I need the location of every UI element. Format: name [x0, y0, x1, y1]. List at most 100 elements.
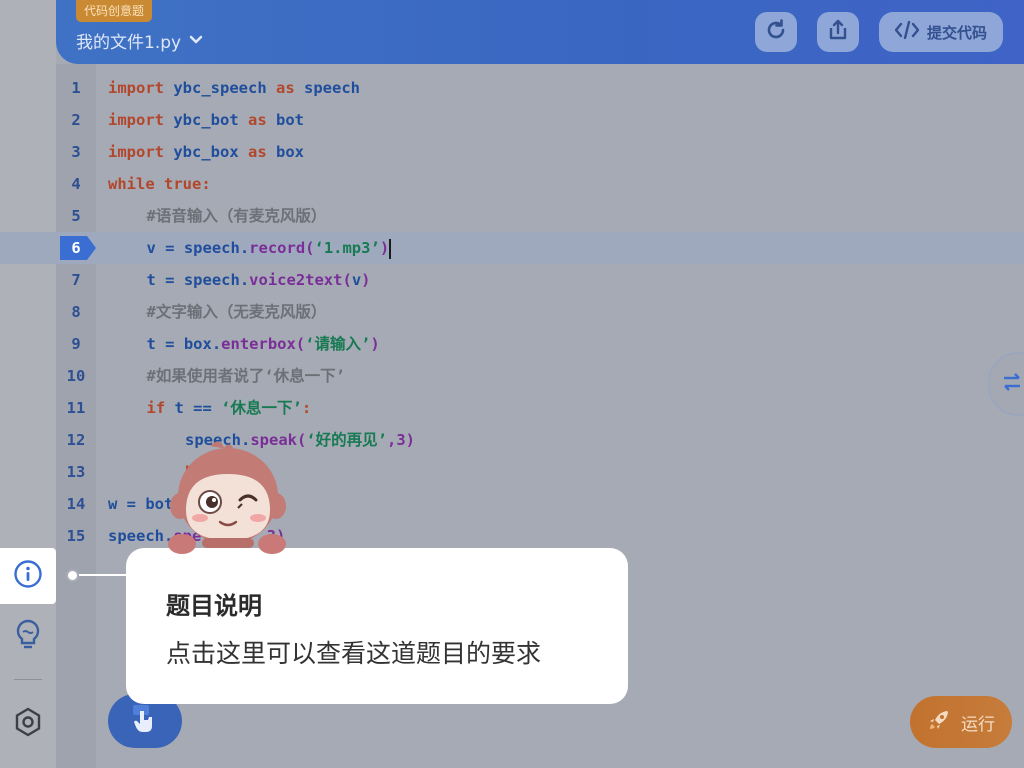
code-line[interactable]: 2 import ybc_bot as bot [0, 104, 1024, 136]
line-number: 4 [71, 175, 81, 193]
code-token: ) [361, 271, 371, 289]
code-token: t = speech. [146, 271, 250, 289]
rail-item-info[interactable] [0, 548, 56, 604]
share-button[interactable] [817, 12, 859, 52]
line-number: 14 [66, 495, 86, 513]
code-token: v = speech. [146, 239, 250, 257]
code-text: import ybc_bot as bot [108, 104, 304, 136]
code-line[interactable]: 3 import ybc_box as box [0, 136, 1024, 168]
chevron-down-icon [189, 30, 203, 50]
code-text: import ybc_speech as speech [108, 72, 360, 104]
code-token: #文字输入（无麦克风版） [146, 303, 327, 321]
code-text: t = box.enterbox(‘请输入’) [147, 328, 380, 360]
tooltip-body: 点击这里可以查看这道题目的要求 [166, 639, 542, 668]
code-area[interactable]: 1 import ybc_speech as speech 2 import ybc_… [0, 72, 1024, 552]
code-token: as [248, 111, 267, 129]
text-cursor [389, 238, 392, 259]
code-token: enterbox( [221, 335, 306, 353]
code-token: v [351, 271, 362, 289]
code-line[interactable]: 4 while true: [0, 168, 1024, 200]
code-line[interactable]: 1 import ybc_speech as speech [0, 72, 1024, 104]
line-number: 10 [66, 367, 86, 385]
code-text: #文字输入（无麦克风版） [147, 296, 327, 328]
rail-item-hint[interactable] [0, 612, 56, 660]
code-token: while true: [108, 175, 211, 193]
code-text: while true: [108, 168, 211, 200]
line-number: 13 [66, 463, 86, 481]
run-label: 运行 [961, 714, 995, 735]
line-number: 3 [71, 143, 81, 161]
code-line[interactable]: 8 #文字输入（无麦克风版） [0, 296, 1024, 328]
code-text: import ybc_box as box [108, 136, 304, 168]
tooltip-pointer-dot [66, 569, 79, 582]
rail-item-settings[interactable] [0, 700, 56, 748]
code-text: #语音输入（有麦克风版） [147, 200, 327, 232]
code-line[interactable]: 6 v = speech.record(‘1.mp3’) [0, 232, 1024, 264]
code-token: import [108, 143, 164, 161]
code-token: bot [266, 111, 304, 129]
info-icon [13, 559, 43, 593]
code-text: if t == ‘休息一下’: [147, 392, 312, 424]
hand-tap-icon [130, 703, 160, 739]
code-token: ) [370, 335, 380, 353]
code-token: ybc_box [164, 143, 248, 161]
code-token: ybc_bot [164, 111, 248, 129]
code-token: box [266, 143, 304, 161]
code-token: ‘好的再见’ [306, 431, 387, 449]
line-number: 11 [66, 399, 86, 417]
code-line[interactable]: 14 w = bot [0, 488, 1024, 520]
share-icon [826, 18, 850, 46]
code-token: t == [165, 399, 222, 417]
line-number: 6 [71, 239, 81, 257]
run-button[interactable]: 运行 [910, 696, 1012, 748]
code-token: if [146, 399, 166, 417]
tooltip-title: 题目说明 [166, 592, 262, 620]
code-token: speech [294, 79, 360, 97]
code-token: : [301, 399, 312, 417]
line-number: 15 [66, 527, 86, 545]
code-token: import [108, 111, 164, 129]
code-token: ,3) [387, 431, 415, 449]
lightbulb-icon [13, 618, 43, 654]
swap-icon [1002, 373, 1022, 395]
line-number: 2 [71, 111, 81, 129]
code-line[interactable]: 12 speech.speak(‘好的再见’,3) [0, 424, 1024, 456]
line-number: 1 [71, 79, 81, 97]
code-line[interactable]: 11 if t == ‘休息一下’: [0, 392, 1024, 424]
code-token: ‘1.mp3’ [314, 239, 380, 257]
code-token: ybc_speech [164, 79, 276, 97]
question-type-badge: 代码创意题 [76, 0, 153, 22]
code-token: #如果使用者说了‘休息一下’ [146, 367, 346, 385]
code-line[interactable]: 13b [0, 456, 1024, 488]
line-number: 9 [71, 335, 81, 353]
code-token: as [275, 79, 295, 97]
tooltip-pointer-line [79, 574, 129, 576]
line-number: 12 [66, 431, 86, 449]
line-number: 5 [71, 207, 81, 225]
code-text: t = speech.voice2text(v) [147, 264, 371, 296]
reset-button[interactable] [755, 12, 797, 52]
onboarding-tooltip: 题目说明 点击这里可以查看这道题目的要求 [126, 548, 628, 704]
code-line[interactable]: 9 t = box.enterbox(‘请输入’) [0, 328, 1024, 360]
code-token: as [248, 143, 267, 161]
code-token: ‘请输入’ [305, 335, 371, 353]
line-number: 7 [71, 271, 81, 289]
line-number: 8 [71, 303, 81, 321]
code-text: #如果使用者说了‘休息一下’ [147, 360, 346, 392]
rocket-icon [927, 708, 951, 737]
submit-code-button[interactable]: 提交代码 [879, 12, 1003, 52]
file-selector[interactable]: 我的文件1.py [76, 28, 203, 53]
file-name: 我的文件1.py [76, 32, 182, 53]
code-line[interactable]: 5 #语音输入（有麦克风版） [0, 200, 1024, 232]
code-token: import [108, 79, 164, 97]
code-line[interactable]: 7 t = speech.voice2text(v) [0, 264, 1024, 296]
settings-icon [13, 707, 43, 741]
rail-divider [14, 679, 42, 680]
code-token: ) [379, 239, 390, 257]
code-token: record( [249, 239, 315, 257]
submit-code-label: 提交代码 [926, 23, 987, 42]
code-token: t = box. [146, 335, 222, 353]
code-icon [894, 20, 920, 43]
code-token: #语音输入（有麦克风版） [146, 207, 327, 225]
code-line[interactable]: 10 #如果使用者说了‘休息一下’ [0, 360, 1024, 392]
